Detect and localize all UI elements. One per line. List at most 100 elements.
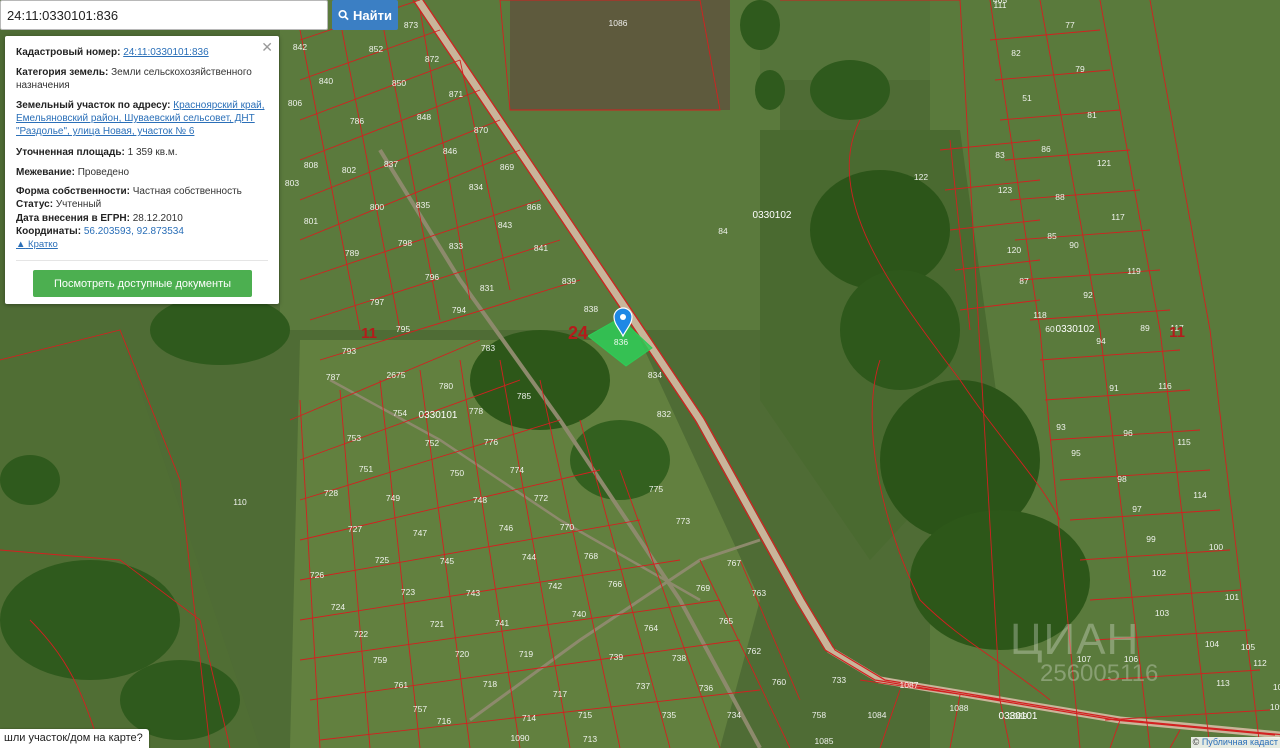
parcel-number[interactable]: 834 xyxy=(469,182,483,192)
parcel-number[interactable]: 715 xyxy=(578,710,592,720)
parcel-number[interactable]: 94 xyxy=(1096,336,1106,346)
parcel-number[interactable]: 783 xyxy=(481,343,495,353)
parcel-number[interactable]: 734 xyxy=(727,710,741,720)
parcel-number[interactable]: 802 xyxy=(342,165,356,175)
parcel-number[interactable]: 806 xyxy=(288,98,302,108)
attribution-link[interactable]: Публичная кадаст xyxy=(1202,737,1278,747)
parcel-number[interactable]: 870 xyxy=(474,125,488,135)
parcel-number[interactable]: 752 xyxy=(425,438,439,448)
parcel-number[interactable]: 1090 xyxy=(511,733,530,743)
parcel-number[interactable]: 741 xyxy=(495,618,509,628)
parcel-number[interactable]: 873 xyxy=(404,20,418,30)
parcel-number[interactable]: 82 xyxy=(1011,48,1021,58)
parcel-number[interactable]: 748 xyxy=(473,495,487,505)
parcel-number[interactable]: 2675 xyxy=(387,370,406,380)
search-input[interactable] xyxy=(0,0,328,30)
parcel-number[interactable]: 98 xyxy=(1117,474,1127,484)
parcel-number[interactable]: 1085 xyxy=(815,736,834,746)
parcel-number[interactable]: 780 xyxy=(439,381,453,391)
parcel-number[interactable]: 776 xyxy=(484,437,498,447)
parcel-number[interactable]: 758 xyxy=(812,710,826,720)
parcel-number[interactable]: 717 xyxy=(553,689,567,699)
parcel-number[interactable]: 95 xyxy=(1071,448,1081,458)
parcel-number[interactable]: 1086 xyxy=(609,18,628,28)
parcel-number[interactable]: 778 xyxy=(469,406,483,416)
parcel-number[interactable]: 113 xyxy=(1216,678,1230,688)
parcel-number[interactable]: 1087 xyxy=(900,680,919,690)
parcel-number[interactable]: 762 xyxy=(747,646,761,656)
parcel-number[interactable]: 714 xyxy=(522,713,536,723)
parcel-number[interactable]: 115 xyxy=(1177,437,1191,447)
parcel-number[interactable]: 735 xyxy=(662,710,676,720)
parcel-number[interactable]: 801 xyxy=(304,216,318,226)
parcel-number[interactable]: 737 xyxy=(636,681,650,691)
parcel-number[interactable]: 116 xyxy=(1158,381,1172,391)
parcel-number[interactable]: 104 xyxy=(1205,639,1219,649)
parcel-number[interactable]: 100 xyxy=(1209,542,1223,552)
parcel-number[interactable]: 749 xyxy=(386,493,400,503)
parcel-number[interactable]: 90 xyxy=(1069,240,1079,250)
parcel-number[interactable]: 751 xyxy=(359,464,373,474)
parcel-number[interactable]: 740 xyxy=(572,609,586,619)
parcel-number[interactable]: 868 xyxy=(527,202,541,212)
parcel-number[interactable]: 831 xyxy=(480,283,494,293)
parcel-number[interactable]: 745 xyxy=(440,556,454,566)
parcel-number[interactable]: 786 xyxy=(350,116,364,126)
parcel-number[interactable]: 117 xyxy=(1111,212,1125,222)
parcel-number[interactable]: 97 xyxy=(1132,504,1142,514)
parcel-number[interactable]: 834 xyxy=(648,370,662,380)
parcel-number[interactable]: 835 xyxy=(416,200,430,210)
parcel-number[interactable]: 87 xyxy=(1019,276,1029,286)
parcel-number[interactable]: 713 xyxy=(583,734,597,744)
parcel-number[interactable]: 102 xyxy=(1152,568,1166,578)
parcel-number[interactable]: 79 xyxy=(1075,64,1085,74)
parcel-number[interactable]: 123 xyxy=(998,185,1012,195)
parcel-number[interactable]: 832 xyxy=(657,409,671,419)
parcel-number[interactable]: 736 xyxy=(699,683,713,693)
cadastral-link[interactable]: 24:11:0330101:836 xyxy=(123,47,208,58)
parcel-number[interactable]: 60 xyxy=(1045,324,1055,334)
parcel-number[interactable]: 122 xyxy=(914,172,928,182)
parcel-number[interactable]: 93 xyxy=(1056,422,1066,432)
parcel-number[interactable]: 803 xyxy=(285,178,299,188)
parcel-number[interactable]: 722 xyxy=(354,629,368,639)
parcel-number[interactable]: 51 xyxy=(1022,93,1032,103)
parcel-number[interactable]: 750 xyxy=(450,468,464,478)
parcel-number[interactable]: 797 xyxy=(370,297,384,307)
parcel-number[interactable]: 787 xyxy=(326,372,340,382)
parcel-number[interactable]: 766 xyxy=(608,579,622,589)
parcel-number[interactable]: 91 xyxy=(1109,383,1119,393)
parcel-number[interactable]: 838 xyxy=(584,304,598,314)
parcel-number[interactable]: 833 xyxy=(449,241,463,251)
parcel-number[interactable]: 108 xyxy=(1273,682,1280,692)
parcel-number[interactable]: 718 xyxy=(483,679,497,689)
parcel-number[interactable]: 89 xyxy=(1140,323,1150,333)
parcel-number[interactable]: 1084 xyxy=(868,710,887,720)
parcel-number[interactable]: 120 xyxy=(1007,245,1021,255)
parcel-number[interactable]: 872 xyxy=(425,54,439,64)
parcel-number[interactable]: 83 xyxy=(995,150,1005,160)
parcel-number[interactable]: 774 xyxy=(510,465,524,475)
parcel-number[interactable]: 798 xyxy=(398,238,412,248)
parcel-number[interactable]: 846 xyxy=(443,146,457,156)
parcel-number[interactable]: 739 xyxy=(609,652,623,662)
parcel-number[interactable]: 99 xyxy=(1146,534,1156,544)
parcel-number[interactable]: 85 xyxy=(1047,231,1057,241)
parcel-number[interactable]: 726 xyxy=(310,570,324,580)
parcel-number[interactable]: 794 xyxy=(452,305,466,315)
parcel-number[interactable]: 773 xyxy=(676,516,690,526)
parcel-number[interactable]: 759 xyxy=(373,655,387,665)
parcel-number[interactable]: 840 xyxy=(319,76,333,86)
parcel-number[interactable]: 769 xyxy=(696,583,710,593)
parcel-number[interactable]: 800 xyxy=(370,202,384,212)
parcel-number[interactable]: 746 xyxy=(499,523,513,533)
parcel-number[interactable]: 850 xyxy=(392,78,406,88)
selected-parcel-number[interactable]: 836 xyxy=(614,337,628,347)
parcel-number[interactable]: 789 xyxy=(345,248,359,258)
parcel-number[interactable]: 733 xyxy=(832,675,846,685)
parcel-number[interactable]: 841 xyxy=(534,243,548,253)
parcel-number[interactable]: 793 xyxy=(342,346,356,356)
parcel-number[interactable]: 767 xyxy=(727,558,741,568)
parcel-number[interactable]: 764 xyxy=(644,623,658,633)
parcel-number[interactable]: 101 xyxy=(1225,592,1239,602)
